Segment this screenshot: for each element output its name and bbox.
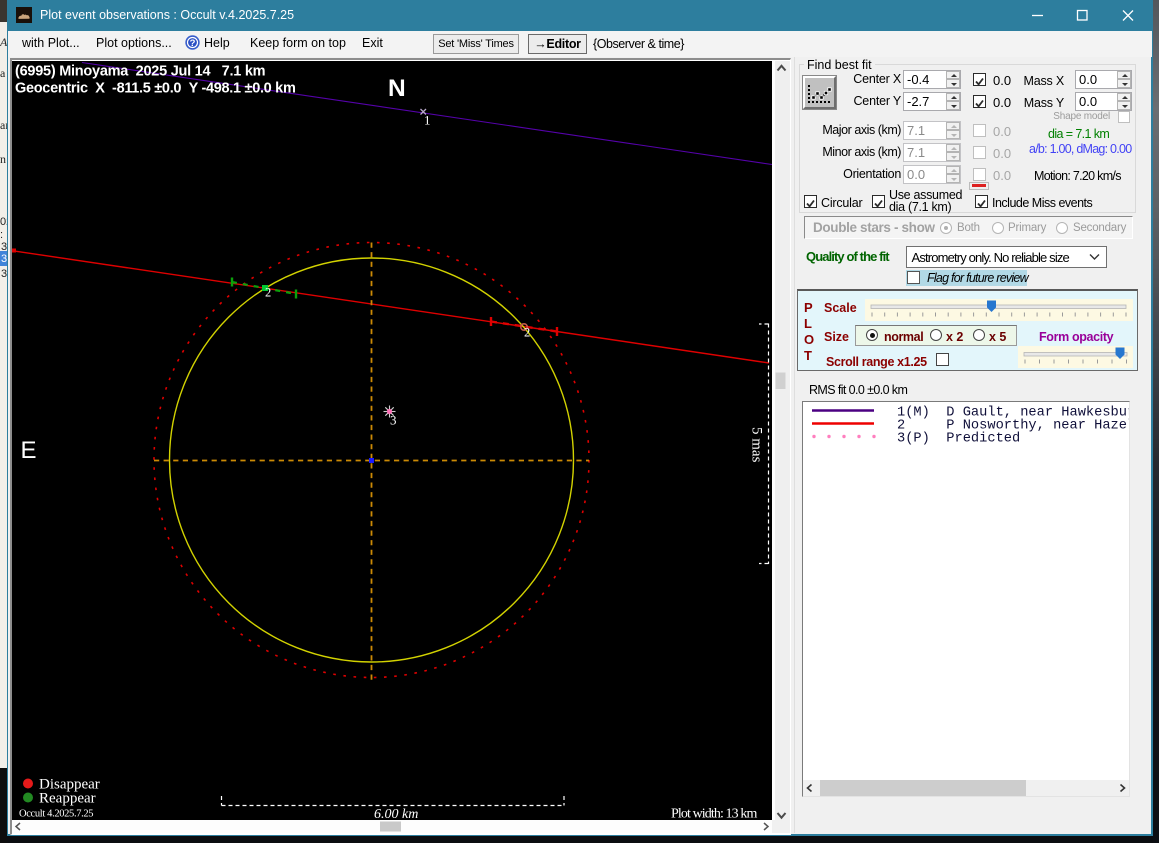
svg-text:(6995) Minoyama 2025 Jul 14: (6995) Minoyama 2025 Jul 14 7.1 km xyxy=(15,63,265,79)
svg-text:Plot width: 13 km: Plot width: 13 km xyxy=(671,806,757,820)
svg-text:3: 3 xyxy=(390,412,397,427)
svg-text:5 mas: 5 mas xyxy=(749,427,765,463)
svg-text:Geocentric X -811.5 ±0.0 Y: Geocentric X -811.5 ±0.0 Y -498.1 ±0.0 k… xyxy=(15,80,296,96)
svg-text:N: N xyxy=(388,75,406,102)
svg-text:E: E xyxy=(21,437,37,464)
svg-text:Occult 4.2025.7.25: Occult 4.2025.7.25 xyxy=(19,808,93,819)
svg-text:1: 1 xyxy=(424,112,431,127)
svg-text:6.00 km: 6.00 km xyxy=(374,807,418,820)
svg-text:Reappear: Reappear xyxy=(39,790,96,806)
svg-text:?: ? xyxy=(190,38,196,49)
svg-text:3(P) Predicted: 3(P) Predicted xyxy=(897,432,1020,447)
svg-text:2: 2 xyxy=(524,325,530,339)
svg-text:2: 2 xyxy=(265,285,271,299)
